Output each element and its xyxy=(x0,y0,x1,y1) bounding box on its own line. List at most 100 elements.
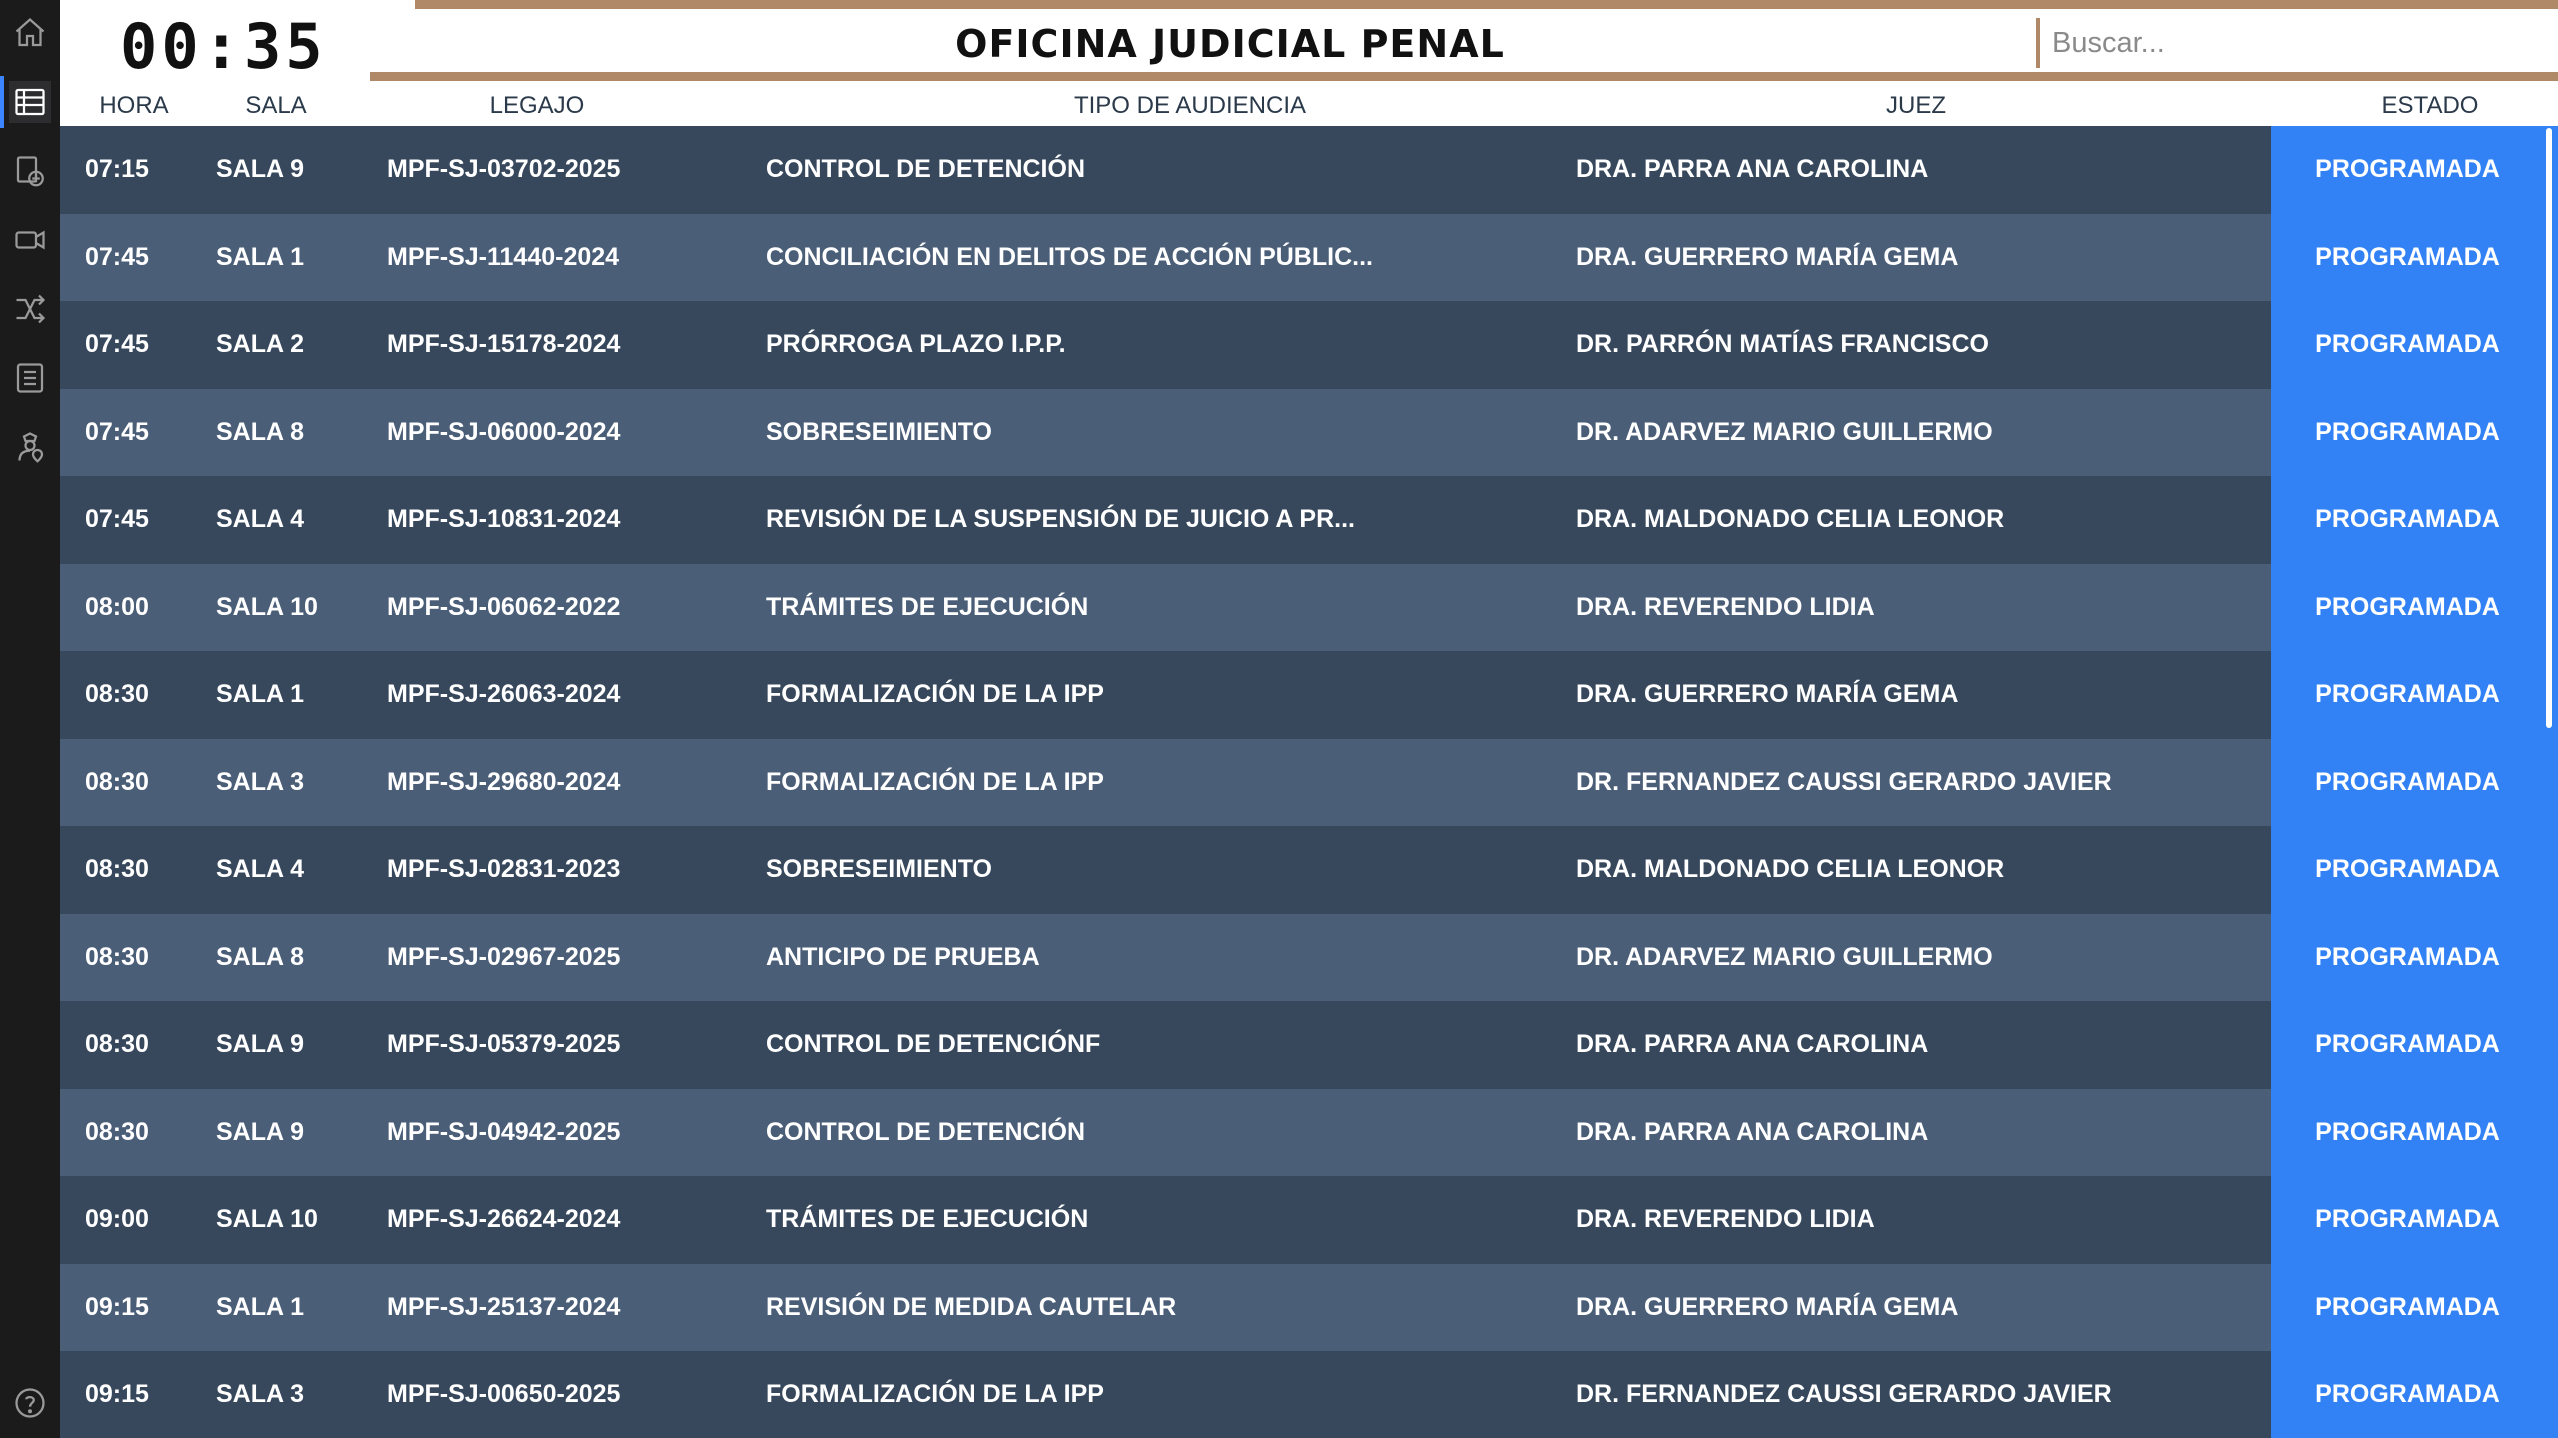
cell-juez: DRA. MALDONADO CELIA LEONOR xyxy=(1576,855,2005,883)
table-header: HORA SALA LEGAJO TIPO DE AUDIENCIA JUEZ … xyxy=(60,84,2558,124)
cell-hora: 08:30 xyxy=(85,1030,149,1058)
cell-juez: DRA. REVERENDO LIDIA xyxy=(1576,592,1875,621)
status-badge: PROGRAMADA xyxy=(2271,1263,2544,1351)
cell-sala: SALA 8 xyxy=(216,417,304,446)
cell-sala: SALA 8 xyxy=(216,942,304,971)
cell-juez: DRA. GUERRERO MARÍA GEMA xyxy=(1576,680,1959,708)
scrollbar-thumb[interactable] xyxy=(2546,128,2552,728)
table-row[interactable]: 07:45 SALA 8 MPF-SJ-06000-2024 SOBRESEIMIEN… xyxy=(60,388,2558,476)
table-row[interactable]: 07:15 SALA 9 MPF-SJ-03702-2025 CONTROL DE D… xyxy=(60,126,2558,214)
cell-hora: 07:45 xyxy=(85,505,149,533)
cell-legajo: MPF-SJ-11440-2024 xyxy=(387,242,620,271)
home-icon[interactable] xyxy=(9,12,51,54)
table-row[interactable]: 08:30 SALA 1 MPF-SJ-26063-2024 FORMALIZACIÓ… xyxy=(60,651,2558,739)
add-document-icon[interactable] xyxy=(9,150,51,192)
help-icon[interactable] xyxy=(9,1382,51,1424)
video-camera-icon[interactable] xyxy=(9,219,51,261)
cell-tipo: REVISIÓN DE MEDIDA CAUTELAR xyxy=(766,1292,1177,1321)
cell-tipo: SOBRESEIMIENTO xyxy=(766,855,992,883)
cell-juez: DR. ADARVEZ MARIO GUILLERMO xyxy=(1576,942,1993,971)
cell-juez: DRA. GUERRERO MARÍA GEMA xyxy=(1576,242,1959,271)
cell-juez: DR. FERNANDEZ CAUSSI GERARDO JAVIER xyxy=(1576,1380,2112,1408)
sidebar xyxy=(0,0,60,1438)
status-badge: PROGRAMADA xyxy=(2271,301,2544,389)
cell-sala: SALA 4 xyxy=(216,855,304,883)
status-badge: PROGRAMADA xyxy=(2271,1351,2544,1438)
cell-tipo: REVISIÓN DE LA SUSPENSIÓN DE JUICIO A PR… xyxy=(766,505,1355,533)
table-icon[interactable] xyxy=(9,81,51,123)
cell-juez: DRA. PARRA ANA CAROLINA xyxy=(1576,1117,1929,1146)
status-badge: PROGRAMADA xyxy=(2271,1088,2544,1176)
column-header-sala[interactable]: SALA xyxy=(236,92,316,120)
table-row[interactable]: 07:45 SALA 4 MPF-SJ-10831-2024 REVISIÓN DE … xyxy=(60,476,2558,564)
cell-legajo: MPF-SJ-26624-2024 xyxy=(387,1205,621,1233)
cell-legajo: MPF-SJ-02831-2023 xyxy=(387,855,621,883)
column-header-hora[interactable]: HORA xyxy=(94,92,174,120)
column-header-juez[interactable]: JUEZ xyxy=(1836,92,1996,120)
list-icon[interactable] xyxy=(9,357,51,399)
cell-legajo: MPF-SJ-00650-2025 xyxy=(387,1380,621,1408)
search-input[interactable] xyxy=(2036,18,2558,68)
cell-tipo: FORMALIZACIÓN DE LA IPP xyxy=(766,767,1104,796)
table-row[interactable]: 07:45 SALA 2 MPF-SJ-15178-2024 PRÓRROGA PLA… xyxy=(60,301,2558,389)
table-row[interactable]: 08:30 SALA 3 MPF-SJ-29680-2024 FORMALIZACIÓ… xyxy=(60,738,2558,826)
hearings-table: 07:15 SALA 9 MPF-SJ-03702-2025 CONTROL DE D… xyxy=(60,126,2558,1438)
cell-sala: SALA 1 xyxy=(216,242,304,271)
cell-hora: 08:00 xyxy=(85,592,149,621)
table-row[interactable]: 08:30 SALA 9 MPF-SJ-05379-2025 CONTROL DE D… xyxy=(60,1001,2558,1089)
cell-tipo: CONTROL DE DETENCIÓNF xyxy=(766,1030,1101,1058)
cell-tipo: ANTICIPO DE PRUEBA xyxy=(766,942,1040,971)
officer-location-icon[interactable] xyxy=(9,426,51,468)
table-row[interactable]: 09:15 SALA 3 MPF-SJ-00650-2025 FORMALIZACIÓ… xyxy=(60,1351,2558,1438)
column-header-estado[interactable]: ESTADO xyxy=(2350,92,2510,120)
cell-hora: 07:45 xyxy=(85,417,149,446)
cell-tipo: CONTROL DE DETENCIÓN xyxy=(766,1117,1085,1146)
cell-hora: 07:45 xyxy=(85,330,149,358)
cell-legajo: MPF-SJ-06062-2022 xyxy=(387,592,621,621)
table-row[interactable]: 07:45 SALA 1 MPF-SJ-11440-2024 CONCILIACIÓN… xyxy=(60,213,2558,301)
table-row[interactable]: 09:00 SALA 10 MPF-SJ-26624-2024 TRÁMITES DE… xyxy=(60,1176,2558,1264)
cell-hora: 08:30 xyxy=(85,680,149,708)
cell-juez: DRA. MALDONADO CELIA LEONOR xyxy=(1576,505,2005,533)
cell-hora: 09:15 xyxy=(85,1292,149,1321)
cell-sala: SALA 4 xyxy=(216,505,304,533)
status-badge: PROGRAMADA xyxy=(2271,563,2544,651)
table-row[interactable]: 08:30 SALA 9 MPF-SJ-04942-2025 CONTROL DE D… xyxy=(60,1088,2558,1176)
cell-sala: SALA 1 xyxy=(216,680,304,708)
column-header-tipo[interactable]: TIPO DE AUDIENCIA xyxy=(1020,92,1360,120)
cell-tipo: PRÓRROGA PLAZO I.P.P. xyxy=(766,330,1066,358)
cell-legajo: MPF-SJ-04942-2025 xyxy=(387,1117,621,1146)
cell-legajo: MPF-SJ-29680-2024 xyxy=(387,767,621,796)
cell-hora: 09:00 xyxy=(85,1205,149,1233)
table-row[interactable]: 09:15 SALA 1 MPF-SJ-25137-2024 REVISIÓN DE … xyxy=(60,1263,2558,1351)
cell-sala: SALA 9 xyxy=(216,1030,304,1058)
cell-tipo: TRÁMITES DE EJECUCIÓN xyxy=(766,592,1089,621)
cell-sala: SALA 9 xyxy=(216,1117,304,1146)
table-row[interactable]: 08:30 SALA 8 MPF-SJ-02967-2025 ANTICIPO DE … xyxy=(60,913,2558,1001)
header-accent-top xyxy=(415,0,2558,9)
cell-juez: DRA. PARRA ANA CAROLINA xyxy=(1576,155,1929,183)
cell-juez: DRA. GUERRERO MARÍA GEMA xyxy=(1576,1292,1959,1321)
cell-juez: DR. ADARVEZ MARIO GUILLERMO xyxy=(1576,417,1993,446)
table-row[interactable]: 08:30 SALA 4 MPF-SJ-02831-2023 SOBRESEIMIEN… xyxy=(60,826,2558,914)
cell-legajo: MPF-SJ-02967-2025 xyxy=(387,942,621,971)
cell-tipo: TRÁMITES DE EJECUCIÓN xyxy=(766,1205,1089,1233)
cell-hora: 09:15 xyxy=(85,1380,149,1408)
cell-tipo: SOBRESEIMIENTO xyxy=(766,417,992,446)
cell-tipo: CONTROL DE DETENCIÓN xyxy=(766,155,1085,183)
cell-legajo: MPF-SJ-03702-2025 xyxy=(387,155,621,183)
column-header-legajo[interactable]: LEGAJO xyxy=(462,92,612,120)
cell-legajo: MPF-SJ-26063-2024 xyxy=(387,680,621,708)
clock: 00:35 xyxy=(120,10,327,83)
cell-hora: 08:30 xyxy=(85,1117,149,1146)
cell-tipo: FORMALIZACIÓN DE LA IPP xyxy=(766,1380,1104,1408)
cell-hora: 08:30 xyxy=(85,767,149,796)
table-row[interactable]: 08:00 SALA 10 MPF-SJ-06062-2022 TRÁMITES DE… xyxy=(60,563,2558,651)
shuffle-icon[interactable] xyxy=(9,288,51,330)
cell-tipo: CONCILIACIÓN EN DELITOS DE ACCIÓN PÚBLIC… xyxy=(766,242,1373,271)
status-badge: PROGRAMADA xyxy=(2271,651,2544,739)
status-badge: PROGRAMADA xyxy=(2271,826,2544,914)
status-badge: PROGRAMADA xyxy=(2271,126,2544,214)
sidebar-active-indicator xyxy=(0,76,4,128)
cell-legajo: MPF-SJ-05379-2025 xyxy=(387,1030,621,1058)
